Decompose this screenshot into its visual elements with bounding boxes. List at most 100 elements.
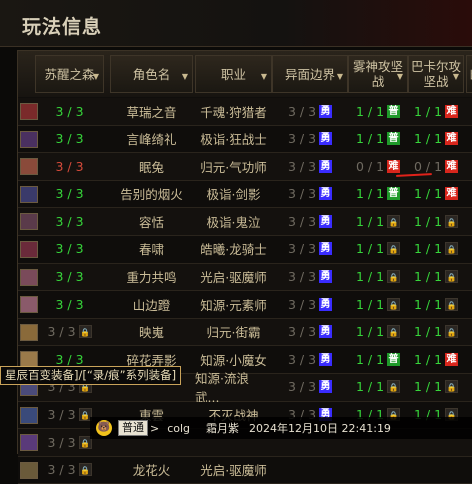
- suxing-progress: 3 / 3: [35, 126, 104, 152]
- bakaer-progress: [408, 457, 464, 483]
- wushen-progress-text: 1 / 1: [355, 131, 385, 147]
- column-header-suxing[interactable]: 苏醒之森 ▼: [35, 55, 104, 93]
- character-job: 知源·元素师: [195, 291, 272, 317]
- yijie-progress: 3 / 3勇: [272, 374, 348, 400]
- wushen-progress-text: 1 / 1: [355, 269, 385, 285]
- lock-icon: 🔒: [78, 463, 92, 477]
- column-header-extra[interactable]: 幽: [466, 55, 472, 93]
- character-name: 容恬: [110, 208, 193, 234]
- wushen-progress-text: 1 / 1: [355, 241, 385, 257]
- wushen-progress-text: 1 / 1: [355, 296, 385, 312]
- difficulty-badge-nan: 难: [387, 159, 401, 173]
- bakaer-progress: 1 / 1 🔒: [408, 208, 464, 234]
- column-header-wushen[interactable]: 雾神攻坚 战 ▼: [348, 55, 408, 93]
- chat-player-name[interactable]: 霜月紫: [206, 420, 239, 436]
- wushen-progress: 1 / 1普: [348, 126, 408, 152]
- yijie-progress-text: 3 / 3: [287, 186, 317, 202]
- difficulty-badge-nan: 难: [445, 159, 459, 173]
- difficulty-badge-pu: 普: [387, 104, 401, 118]
- bakaer-progress-text: 1 / 1: [413, 241, 443, 257]
- lock-icon: 🔒: [445, 325, 459, 339]
- bakaer-progress: 1 / 1 🔒: [408, 264, 464, 290]
- yijie-progress-text: 3 / 3: [287, 269, 317, 285]
- character-name: 山边蹬: [110, 291, 193, 317]
- suxing-progress-text: 3 / 3: [55, 103, 84, 119]
- yijie-progress: 3 / 3勇: [272, 98, 348, 124]
- sort-arrow-icon: ▼: [260, 72, 267, 81]
- column-header-bakaer[interactable]: 巴卡尔攻 坚战 ▼: [408, 55, 464, 93]
- column-header-label: 角色名: [132, 66, 171, 82]
- wushen-progress: 1 / 1 🔒: [348, 208, 408, 234]
- column-header-yijie[interactable]: 异面边界 ▼: [272, 55, 348, 93]
- bakaer-progress: 1 / 1 🔒: [408, 291, 464, 317]
- yijie-progress-text: 3 / 3: [287, 379, 317, 395]
- character-job-text: 知源·流浪武...: [195, 370, 249, 405]
- difficulty-badge-nan: 难: [445, 132, 459, 146]
- window-title: 玩法信息: [22, 16, 103, 38]
- table-row[interactable]: 3 / 3 言峰绮礼 极诣·狂战士 3 / 3勇1 / 1普1 / 1难: [18, 125, 472, 154]
- suxing-progress: 3 / 3: [35, 208, 104, 234]
- suxing-progress: 3 / 3: [35, 153, 104, 179]
- character-job-text: 光启·驱魔师: [200, 270, 267, 286]
- table-row[interactable]: 3 / 3 重力共鸣 光启·驱魔师 3 / 3勇1 / 1 🔒 1 / 1 🔒: [18, 263, 472, 292]
- character-name-text: 映嵬: [138, 325, 164, 341]
- wushen-progress-text: 1 / 1: [355, 186, 385, 202]
- table-row[interactable]: 3 / 3 🔒 映嵬 归元·街霸 3 / 3勇1 / 1 🔒 1 / 1 🔒: [18, 318, 472, 347]
- suxing-progress-text: 3 / 3: [55, 131, 84, 147]
- column-header-name[interactable]: 角色名 ▼: [110, 55, 193, 93]
- character-job-text: 皓曦·龙骑士: [200, 242, 267, 258]
- wushen-progress: 1 / 1 🔒: [348, 374, 408, 400]
- table-row[interactable]: 3 / 3 草瑞之音 千魂·狩猎者 3 / 3勇1 / 1普1 / 1难: [18, 98, 472, 126]
- lock-icon: 🔒: [387, 380, 401, 394]
- bakaer-progress-text: 1 / 1: [413, 324, 443, 340]
- column-header-job[interactable]: 职业 ▼: [195, 55, 272, 93]
- suxing-progress: 3 / 3 🔒: [35, 319, 104, 345]
- character-name: 龙花火: [110, 457, 193, 483]
- character-job: 归元·气功师: [195, 153, 272, 179]
- character-job-text: 极诣·剑影: [206, 187, 261, 203]
- table-row[interactable]: 3 / 3 山边蹬 知源·元素师 3 / 3勇1 / 1 🔒 1 / 1 🔒: [18, 291, 472, 319]
- yijie-progress: 3 / 3勇: [272, 181, 348, 207]
- wushen-progress: 1 / 1 🔒: [348, 319, 408, 345]
- lock-icon: 🔒: [445, 270, 459, 284]
- character-job: 极诣·狂战士: [195, 126, 272, 152]
- chat-timestamp: 2024年12月10日 22:41:19: [249, 422, 391, 435]
- lock-icon: 🔒: [78, 325, 92, 339]
- column-header-label: 雾神攻坚 战: [352, 59, 403, 89]
- suxing-progress: 3 / 3: [35, 98, 104, 124]
- chat-sender[interactable]: colg: [167, 422, 190, 435]
- difficulty-badge-yong: 勇: [319, 159, 333, 173]
- bakaer-progress: 1 / 1 🔒: [408, 236, 464, 262]
- lock-icon: 🔒: [445, 242, 459, 256]
- chat-channel-button[interactable]: 普通: [118, 420, 148, 436]
- yijie-progress-text: 3 / 3: [287, 131, 317, 147]
- table-row[interactable]: 3 / 3 告别的烟火 极诣·剑影 3 / 3勇1 / 1普1 / 1难: [18, 180, 472, 209]
- yijie-progress: [272, 457, 348, 483]
- wushen-progress: 1 / 1 🔒: [348, 291, 408, 317]
- difficulty-badge-yong: 勇: [319, 132, 333, 146]
- difficulty-badge-yong: 勇: [319, 380, 333, 394]
- character-name-text: 告别的烟火: [120, 187, 183, 203]
- table-row[interactable]: 3 / 3 🔒 龙花火 光启·驱魔师: [18, 456, 472, 484]
- bakaer-progress-text: 1 / 1: [413, 131, 443, 147]
- difficulty-badge-nan: 难: [445, 352, 459, 366]
- wushen-progress: 1 / 1普: [348, 346, 408, 372]
- character-name-text: 春啸: [138, 242, 164, 258]
- yijie-progress: 3 / 3勇: [272, 126, 348, 152]
- lock-icon: 🔒: [387, 270, 401, 284]
- lock-icon: 🔒: [387, 325, 401, 339]
- bear-emoji-icon: 🐻: [96, 420, 112, 436]
- suxing-progress-text: 3 / 3: [55, 158, 84, 174]
- column-header-label: 职业: [220, 66, 246, 82]
- table-row[interactable]: 3 / 3 容恬 极诣·鬼泣 3 / 3勇1 / 1 🔒 1 / 1 🔒: [18, 208, 472, 236]
- table-row[interactable]: 3 / 3 眠兔 归元·气功师 3 / 3勇0 / 1难0 / 1难: [18, 153, 472, 181]
- bakaer-progress: 1 / 1难: [408, 181, 464, 207]
- table-row[interactable]: 3 / 3 春啸 皓曦·龙骑士 3 / 3勇1 / 1 🔒 1 / 1 🔒: [18, 235, 472, 264]
- item-tooltip: 星辰百变装备]/[“录/痕”系列装备]: [0, 366, 182, 385]
- difficulty-badge-pu: 普: [387, 352, 401, 366]
- suxing-progress-text: 3 / 3: [47, 324, 76, 340]
- lock-icon: 🔒: [445, 297, 459, 311]
- character-name: 言峰绮礼: [110, 126, 193, 152]
- character-name: 草瑞之音: [110, 98, 193, 124]
- wushen-progress: 1 / 1 🔒: [348, 264, 408, 290]
